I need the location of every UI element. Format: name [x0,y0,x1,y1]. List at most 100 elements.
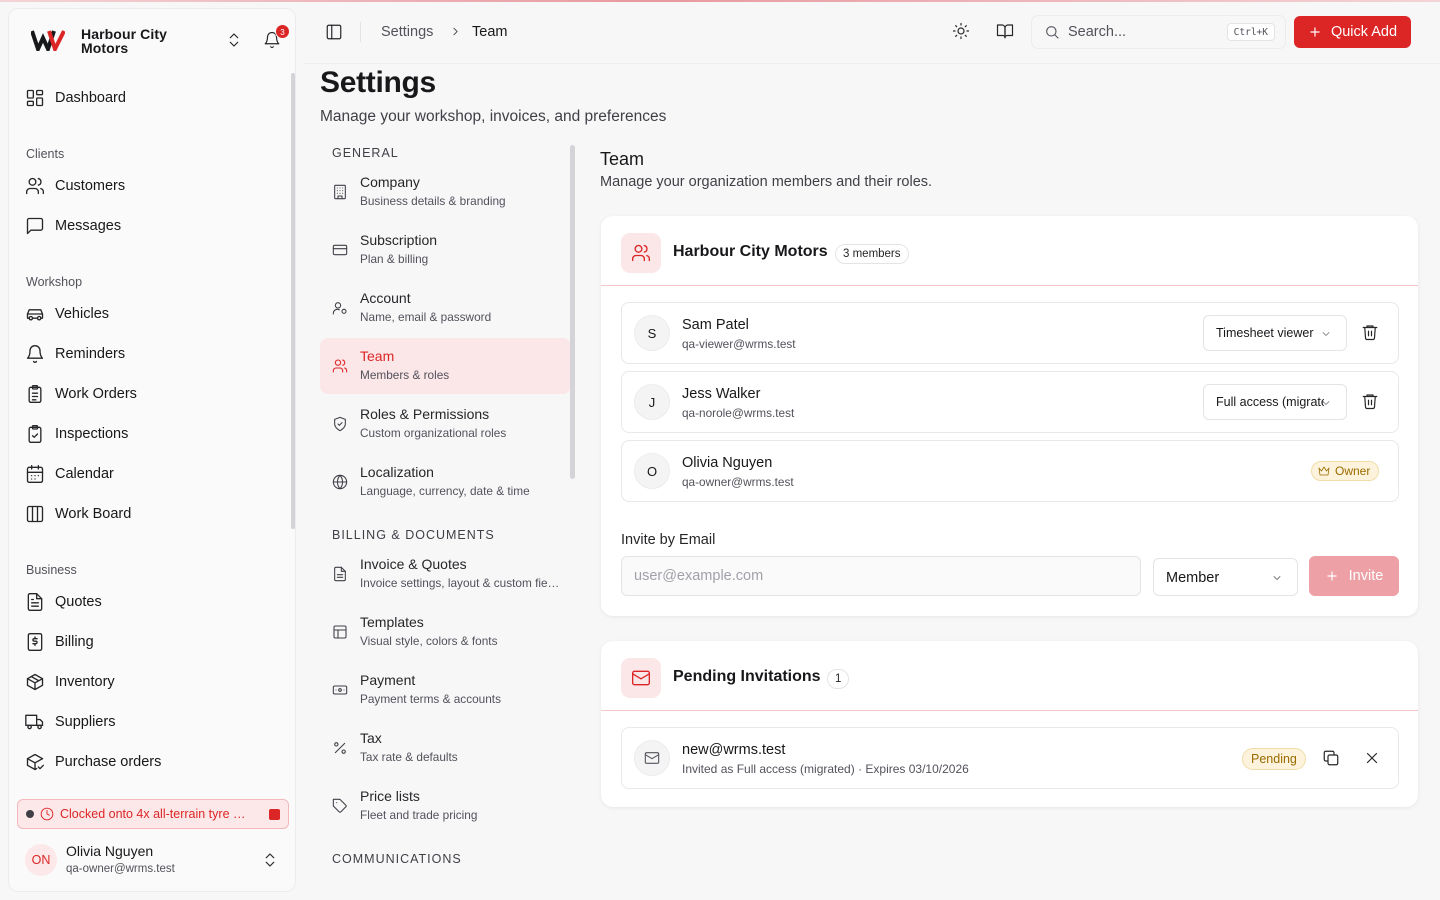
sidebar-item-messages[interactable]: Messages [25,209,285,243]
sidebar-item-billing[interactable]: Billing [25,625,285,659]
truck-icon [25,714,44,730]
chevron-down-icon [1322,332,1330,336]
sidebar-item-inspections[interactable]: Inspections [25,417,285,451]
settings-item-title: Company [360,174,420,190]
pending-card-icon-wrap [621,658,661,698]
invitation-email: new@wrms.test [682,742,786,758]
member-count-badge: 3 members [835,244,909,264]
settings-nav-scrollbar[interactable] [570,145,575,479]
member-role-value: Timesheet viewer [1216,326,1314,340]
brand-header[interactable]: Harbour City Motors 3 [9,9,297,69]
sidebar-item-work-board[interactable]: Work Board [25,497,285,531]
settings-item-invoice-quotes[interactable]: Invoice & Quotes Invoice settings, layou… [320,546,571,602]
sidebar-item-customers[interactable]: Customers [25,169,285,203]
search-bar[interactable]: Search... Ctrl+K [1031,15,1286,49]
copy-icon[interactable] [1322,749,1340,767]
breadcrumb-settings[interactable]: Settings [381,24,433,40]
avatar: O [634,453,670,489]
settings-item-localization[interactable]: Localization Language, currency, date & … [320,454,571,510]
plus-icon [1326,571,1337,581]
user-menu[interactable]: ON Olivia Nguyen qa-owner@wrms.test [25,841,285,881]
file-text-icon [334,566,346,582]
settings-item-account[interactable]: Account Name, email & password [320,280,571,336]
status-dot [26,810,34,818]
settings-item-roles-permissions[interactable]: Roles & Permissions Custom organizationa… [320,396,571,452]
owner-badge-label: Owner [1335,464,1371,478]
status-badge: Pending [1242,748,1306,770]
sidebar-item-label: Messages [55,218,122,234]
sidebar-toggle-icon[interactable] [325,23,343,41]
search-icon [1046,26,1059,39]
shield-check-icon [334,416,346,432]
invite-role-value: Member [1166,570,1220,586]
settings-item-title: Tax [360,730,382,746]
sidebar-scrollbar[interactable] [291,73,295,529]
sidebar-item-quotes[interactable]: Quotes [25,585,285,619]
sidebar-item-work-orders[interactable]: Work Orders [25,377,285,411]
card-divider [601,285,1418,286]
book-open-icon[interactable] [996,22,1014,40]
user-cog-icon [332,302,347,315]
sidebar-item-label: Inspections [55,426,129,442]
tag-icon [332,798,347,813]
brand-name: Harbour City Motors [81,26,167,56]
clock-icon [40,807,54,821]
settings-item-team[interactable]: Team Members & roles [320,338,571,394]
card-divider [601,710,1418,711]
member-role-select[interactable]: Full access (migrated) [1203,384,1347,420]
settings-group-billing: BILLING & DOCUMENTS [332,528,495,542]
owner-badge: Owner [1311,461,1380,481]
invite-role-select[interactable]: Member [1153,558,1298,596]
plus-icon [1310,27,1320,37]
member-role-select[interactable]: Timesheet viewer [1203,315,1347,351]
sidebar-item-inventory[interactable]: Inventory [25,665,285,699]
sidebar-item-dashboard[interactable]: Dashboard [25,81,285,115]
settings-item-title: Templates [360,614,424,630]
settings-item-desc: Members & roles [360,368,450,382]
chevron-right-icon [453,27,458,36]
settings-item-payment[interactable]: Payment Payment terms & accounts [320,662,571,718]
sidebar-item-suppliers[interactable]: Suppliers [25,705,285,739]
member-email: qa-norole@wrms.test [682,406,795,420]
clipboard-list-icon [28,385,42,403]
user-name: Olivia Nguyen [66,843,154,859]
clocked-on-banner[interactable]: Clocked onto 4x all-terrain tyre fitment [17,799,289,829]
stop-icon[interactable] [269,808,280,820]
settings-item-tax[interactable]: Tax Tax rate & defaults [320,720,571,776]
member-name: Olivia Nguyen [682,455,773,471]
quick-add-button[interactable]: Quick Add [1294,16,1411,48]
sidebar-item-purchase-orders[interactable]: Purchase orders [25,745,285,779]
users-icon [26,177,45,195]
page-title: Settings [320,66,436,99]
sidebar-item-calendar[interactable]: Calendar [25,457,285,491]
invite-email-input[interactable] [621,556,1141,596]
banknote-icon [332,685,348,695]
header-divider [360,22,361,42]
trash-icon[interactable] [1361,392,1379,410]
close-icon[interactable] [1363,749,1381,767]
crown-icon [1318,466,1330,476]
chevrons-up-down-icon[interactable] [225,31,243,49]
settings-item-subscription[interactable]: Subscription Plan & billing [320,222,571,278]
trash-icon[interactable] [1361,323,1379,341]
section-subtitle: Manage your organization members and the… [600,174,933,190]
credit-card-icon [332,244,348,256]
org-name: Harbour City Motors [673,243,828,260]
sidebar-item-label: Work Orders [55,386,137,402]
dollar-receipt-icon [27,633,43,651]
sidebar-item-label: Dashboard [55,90,126,106]
sidebar-item-reminders[interactable]: Reminders [25,337,285,371]
settings-item-desc: Plan & billing [360,252,429,266]
sidebar-item-label: Purchase orders [55,754,162,770]
sidebar-item-vehicles[interactable]: Vehicles [25,297,285,331]
settings-item-title: Payment [360,672,416,688]
sun-icon[interactable] [952,22,970,40]
invite-button[interactable]: Invite [1309,556,1399,596]
settings-item-price-lists[interactable]: Price lists Fleet and trade pricing [320,778,571,834]
settings-item-title: Localization [360,464,434,480]
settings-item-templates[interactable]: Templates Visual style, colors & fonts [320,604,571,660]
settings-item-desc: Payment terms & accounts [360,692,501,706]
top-accent-line [0,0,1440,2]
clocked-on-text: Clocked onto 4x all-terrain tyre fitment [60,807,246,821]
settings-item-company[interactable]: Company Business details & branding [320,164,571,220]
